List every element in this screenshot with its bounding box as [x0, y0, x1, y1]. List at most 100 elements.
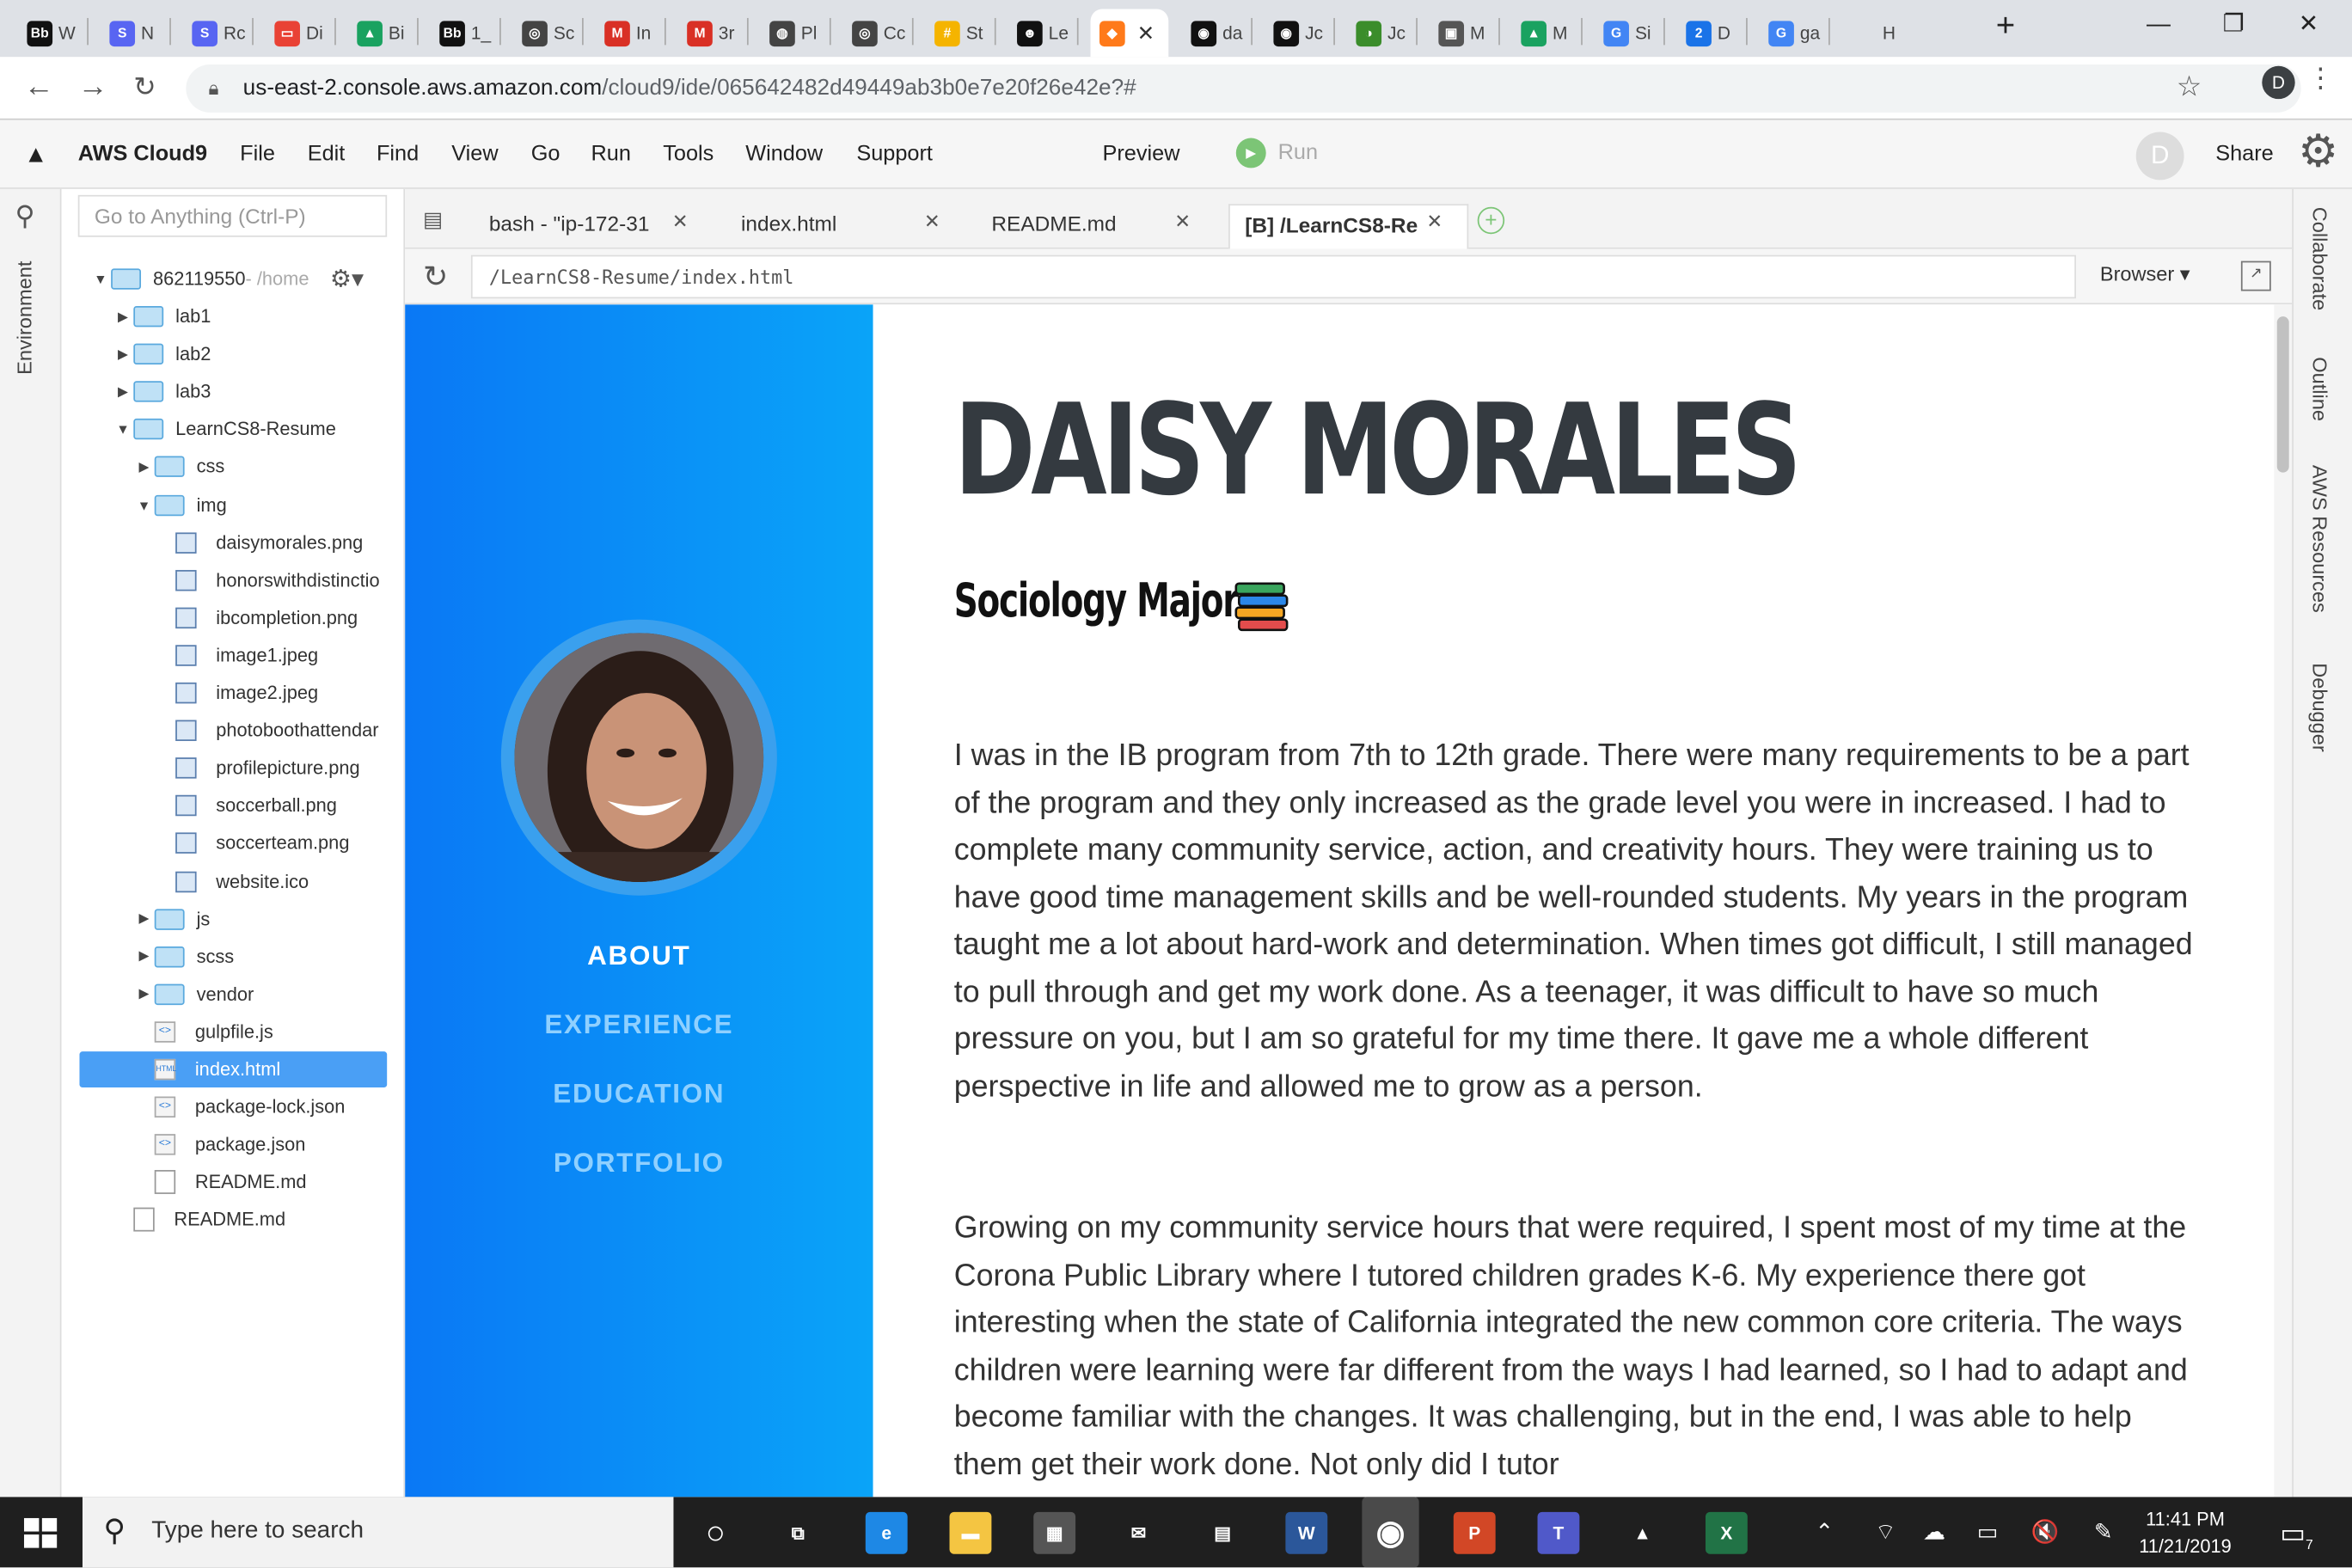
tree-item[interactable]: HTML index.html — [79, 1051, 388, 1088]
nav-about[interactable]: ABOUT — [405, 940, 873, 972]
browser-tab[interactable]: ▲ Bi — [348, 9, 417, 57]
tree-item[interactable]: profilepicture.png — [155, 750, 360, 787]
environment-panel-tab[interactable]: Environment — [14, 261, 36, 375]
menu-window[interactable]: Window — [745, 143, 823, 167]
browser-menu-icon[interactable]: ⋮ — [2307, 63, 2334, 95]
edge-icon[interactable]: e — [865, 1511, 908, 1554]
run-button[interactable]: ▶ Run — [1235, 138, 1318, 168]
ide-brand[interactable]: AWS Cloud9 — [78, 143, 207, 167]
browser-tab[interactable]: 2D — [1677, 9, 1746, 57]
editor-tab-close-icon[interactable]: ✕ — [924, 210, 940, 234]
browser-tab[interactable]: ◍ Pl — [761, 9, 830, 57]
restore-window-icon[interactable]: ❐ — [2199, 6, 2268, 45]
tree-item[interactable]: ▶ css — [133, 449, 224, 485]
tree-item[interactable]: ▼ img — [133, 487, 227, 523]
photos-icon[interactable]: ▲ — [1621, 1512, 1663, 1554]
tree-item[interactable]: image1.jpeg — [155, 637, 318, 673]
menu-support[interactable]: Support — [856, 143, 933, 167]
teams-icon[interactable]: T — [1537, 1511, 1580, 1554]
expand-arrow-icon[interactable]: ▶ — [133, 948, 154, 965]
show-hidden-icons[interactable]: ⌃ — [1815, 1518, 1834, 1546]
editor-tab-close-icon[interactable]: ✕ — [1426, 210, 1442, 234]
tree-item[interactable]: ▶ scss — [133, 939, 234, 975]
expand-arrow-icon[interactable]: ▶ — [133, 459, 154, 475]
tree-item[interactable]: photoboothattendar — [155, 713, 378, 749]
preview-url-input[interactable]: /LearnCS8-Resume/index.html — [470, 254, 2076, 299]
battery-icon[interactable]: ▭ — [1977, 1518, 1999, 1546]
popout-icon[interactable]: ↗ — [2240, 260, 2271, 291]
panel-tab-debugger[interactable]: Debugger — [2308, 663, 2331, 751]
tree-item[interactable]: website.ico — [155, 863, 309, 899]
nav-education[interactable]: EDUCATION — [405, 1079, 873, 1111]
go-to-anything-input[interactable]: Go to Anything (Ctrl-P) — [77, 194, 388, 237]
tree-item[interactable]: image2.jpeg — [155, 675, 318, 711]
excel-icon[interactable]: X — [1705, 1511, 1748, 1554]
chrome-icon[interactable]: ◉ — [1362, 1497, 1419, 1568]
add-tab-icon[interactable]: + — [1477, 206, 1505, 235]
tree-item[interactable]: ▼ LearnCS8-Resume — [113, 412, 336, 448]
nav-portfolio[interactable]: PORTFOLIO — [405, 1148, 873, 1179]
menu-tools[interactable]: Tools — [663, 143, 714, 167]
tree-item[interactable]: <> package.json — [133, 1127, 305, 1163]
nav-experience[interactable]: EXPERIENCE — [405, 1009, 873, 1041]
browser-tab[interactable]: ▭ Di — [266, 9, 334, 57]
windows-start-icon[interactable] — [23, 1517, 58, 1548]
preview-reload-icon[interactable]: ↻ — [423, 258, 448, 296]
volume-muted-icon[interactable]: 🔇 — [2031, 1518, 2060, 1546]
bookmark-star-icon[interactable]: ☆ — [2177, 70, 2202, 105]
mail-icon[interactable]: ✉ — [1118, 1512, 1160, 1554]
tree-item[interactable]: honorswithdistinctio — [155, 562, 380, 598]
preview-scrollbar[interactable] — [2274, 304, 2293, 1498]
expand-arrow-icon[interactable]: ▼ — [90, 272, 111, 286]
browser-tab[interactable]: G Si — [1595, 9, 1663, 57]
tree-item[interactable]: soccerteam.png — [155, 825, 349, 861]
tree-item[interactable]: soccerball.png — [155, 788, 337, 824]
expand-arrow-icon[interactable]: ▶ — [113, 346, 133, 362]
tree-item[interactable]: ▶ lab3 — [113, 374, 211, 410]
movies-icon[interactable]: ▤ — [1202, 1512, 1244, 1554]
cortana-icon[interactable]: ○ — [695, 1512, 737, 1554]
user-avatar[interactable]: D — [2135, 132, 2184, 181]
tab-close-icon[interactable]: ✕ — [1137, 21, 1155, 46]
tree-item[interactable]: README.md — [113, 1202, 285, 1238]
reload-icon[interactable]: ↻ — [133, 69, 156, 105]
settings-gear-icon[interactable]: ⚙ — [2298, 128, 2338, 177]
expand-arrow-icon[interactable]: ▶ — [113, 383, 133, 400]
collapse-arrow-icon[interactable]: ▼ — [133, 497, 154, 511]
store-icon[interactable]: ▦ — [1033, 1511, 1076, 1554]
new-tab-icon[interactable]: + — [1971, 6, 2040, 45]
share-button[interactable]: Share — [2215, 143, 2274, 167]
menu-run[interactable]: Run — [591, 143, 630, 167]
panel-tab-aws-resources[interactable]: AWS Resources — [2308, 465, 2331, 613]
browser-tab[interactable]: M In — [596, 9, 665, 57]
tree-settings-gear-icon[interactable]: ⚙▾ — [330, 264, 364, 294]
tree-item[interactable]: ▶ vendor — [133, 977, 254, 1013]
taskbar-search-box[interactable]: ⚲ Type here to search — [82, 1497, 674, 1568]
expand-arrow-icon[interactable]: ▶ — [133, 986, 154, 1002]
collapse-arrow-icon[interactable]: ▼ — [113, 422, 133, 437]
expand-arrow-icon[interactable]: ▶ — [113, 309, 133, 325]
tree-item[interactable]: <> package-lock.json — [133, 1089, 345, 1125]
browser-tab[interactable]: ☻ Le — [1008, 9, 1077, 57]
tree-item[interactable]: README.md — [133, 1165, 307, 1201]
browser-tab[interactable]: Gga — [1760, 9, 1828, 57]
browser-tab[interactable]: H — [1842, 9, 1911, 57]
expand-arrow-icon[interactable]: ▶ — [133, 910, 154, 927]
word-icon[interactable]: W — [1285, 1511, 1328, 1554]
powerpoint-icon[interactable]: P — [1453, 1511, 1496, 1554]
editor-tab-close-icon[interactable]: ✕ — [672, 210, 689, 234]
menu-edit[interactable]: Edit — [308, 143, 346, 167]
browser-tab[interactable]: ◎ Cc — [843, 9, 912, 57]
notification-center-icon[interactable]: ▭7 — [2280, 1518, 2312, 1552]
forward-icon[interactable]: → — [78, 69, 108, 105]
tree-item[interactable]: <> gulpfile.js — [133, 1014, 273, 1050]
browser-select[interactable]: Browser ▾ — [2100, 262, 2190, 286]
tree-item[interactable]: daisymorales.png — [155, 524, 363, 560]
browser-tab[interactable]: ◉ da — [1182, 9, 1251, 57]
browser-tab[interactable]: Bb 1_ — [431, 9, 499, 57]
preview-menu[interactable]: Preview — [1103, 143, 1180, 167]
menu-view[interactable]: View — [451, 143, 498, 167]
editor-tab-close-icon[interactable]: ✕ — [1174, 210, 1191, 234]
scrollbar-thumb[interactable] — [2276, 316, 2289, 473]
onedrive-icon[interactable]: ☁ — [1923, 1518, 1945, 1546]
